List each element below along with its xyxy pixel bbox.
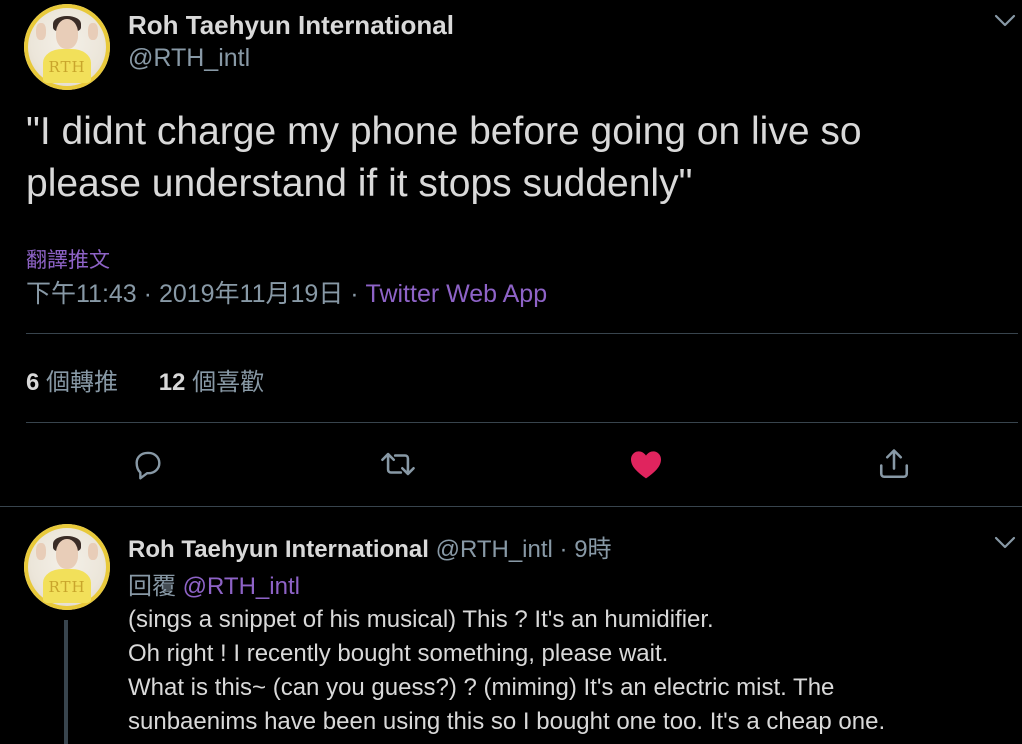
- tweet-stats: 6 個轉推 12 個喜歡: [26, 362, 298, 397]
- replying-to: 回覆 @RTH_intl: [128, 566, 300, 601]
- reply-author-avatar[interactable]: RTH: [24, 524, 110, 610]
- avatar-hand-left: [36, 542, 47, 561]
- meta-separator: ·: [343, 280, 366, 308]
- thread-line: [64, 620, 68, 744]
- retweet-label: 個轉推: [46, 369, 119, 396]
- tweet-page: RTH Roh Taehyun International @RTH_intl …: [0, 0, 1022, 744]
- reply-author-name[interactable]: Roh Taehyun International: [128, 536, 429, 563]
- share-button[interactable]: [874, 444, 914, 484]
- retweet-stat[interactable]: 6 個轉推: [26, 369, 118, 396]
- share-icon: [879, 449, 909, 479]
- reply-header: Roh Taehyun International @RTH_intl · 9時: [128, 529, 612, 564]
- reply-author-handle[interactable]: @RTH_intl: [436, 536, 553, 563]
- like-label: 個喜歡: [192, 369, 265, 396]
- like-count: 12: [158, 369, 186, 396]
- reply-text-line: Oh right ! I recently bought something, …: [128, 640, 669, 667]
- author-handle[interactable]: @RTH_intl: [128, 44, 250, 73]
- replying-to-mention[interactable]: @RTH_intl: [183, 573, 300, 600]
- replying-to-label: 回覆: [128, 573, 176, 600]
- reply-text-line: (sings a snippet of his musical) This ? …: [128, 606, 714, 633]
- divider: [26, 422, 1018, 423]
- tweet-separator: [0, 506, 1022, 507]
- heart-icon: [631, 451, 661, 479]
- reply-button[interactable]: [128, 444, 168, 484]
- retweet-button[interactable]: [378, 444, 418, 484]
- header-separator: ·: [559, 536, 568, 563]
- avatar-hand-right: [87, 22, 98, 41]
- author-avatar[interactable]: RTH: [24, 4, 110, 90]
- reply-text-line: What is this~ (can you guess?) ? (miming…: [128, 674, 835, 701]
- reply-time[interactable]: 9時: [574, 536, 611, 563]
- like-button[interactable]: [626, 444, 666, 484]
- avatar-face: [55, 19, 79, 49]
- avatar-logo-text: RTH: [48, 578, 86, 597]
- reply-text-line: sunbaenims have been using this so I bou…: [128, 708, 886, 735]
- tweet-text-line: "I didnt charge my phone before going on…: [26, 110, 862, 153]
- avatar-face: [55, 539, 79, 569]
- avatar-logo-text: RTH: [48, 58, 86, 77]
- meta-separator: ·: [136, 280, 159, 308]
- tweet-time[interactable]: 下午11:43: [26, 280, 137, 308]
- retweet-count: 6: [26, 369, 40, 396]
- avatar-hand-right: [87, 542, 98, 561]
- like-stat[interactable]: 12 個喜歡: [159, 369, 264, 396]
- tweet-date[interactable]: 2019年11月19日: [159, 280, 343, 308]
- avatar-hand-left: [36, 22, 47, 41]
- tweet-text: "I didnt charge my phone before going on…: [26, 106, 1006, 210]
- main-tweet: RTH Roh Taehyun International @RTH_intl …: [0, 0, 1022, 506]
- divider: [26, 333, 1018, 334]
- reply-icon: [135, 451, 161, 480]
- tweet-text-line: please understand if it stops suddenly": [26, 162, 693, 205]
- reply-text: (sings a snippet of his musical) This ? …: [128, 603, 1008, 739]
- chevron-down-icon[interactable]: [994, 536, 1016, 550]
- author-display-name[interactable]: Roh Taehyun International: [128, 10, 454, 41]
- chevron-down-icon[interactable]: [994, 14, 1016, 28]
- tweet-source-link[interactable]: Twitter Web App: [366, 280, 548, 308]
- retweet-icon: [381, 452, 415, 476]
- translate-tweet-link[interactable]: 翻譯推文: [26, 244, 110, 274]
- tweet-meta: 下午11:43 · 2019年11月19日 · Twitter Web App: [26, 274, 547, 310]
